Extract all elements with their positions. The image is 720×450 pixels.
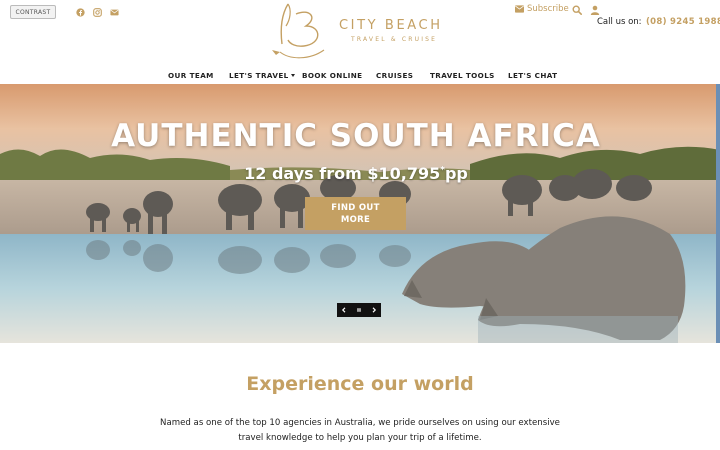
nav-item-label: LET'S TRAVEL bbox=[229, 71, 289, 80]
nav-item-lets-chat[interactable]: LET'S CHAT bbox=[508, 71, 557, 80]
hero-price-suffix: pp bbox=[444, 164, 468, 183]
nav-item-book-online[interactable]: BOOK ONLINE bbox=[302, 71, 362, 80]
facebook-icon[interactable] bbox=[74, 6, 86, 18]
nav-item-cruises[interactable]: CRUISES bbox=[376, 71, 413, 80]
envelope-icon bbox=[515, 5, 524, 13]
hero-title: AUTHENTIC SOUTH AFRICA bbox=[111, 118, 601, 154]
contrast-toggle-button[interactable]: CONTRAST bbox=[10, 5, 56, 19]
prev-icon[interactable] bbox=[337, 303, 352, 317]
call-us-label: Call us on: bbox=[597, 17, 642, 27]
site-header: CONTRAST CITY BEACH TRAVEL & CRUISE Subs… bbox=[0, 0, 720, 84]
user-icon[interactable] bbox=[590, 5, 600, 15]
main-nav: OUR TEAM LET'S TRAVEL BOOK ONLINE CRUISE… bbox=[0, 68, 720, 84]
section-heading: Experience our world bbox=[246, 373, 474, 395]
nav-item-travel-tools[interactable]: TRAVEL TOOLS bbox=[430, 71, 495, 80]
nav-item-label: LET'S CHAT bbox=[508, 71, 558, 80]
nav-item-our-team[interactable]: OUR TEAM bbox=[168, 71, 214, 80]
scrollbar[interactable] bbox=[716, 84, 720, 343]
envelope-icon[interactable] bbox=[108, 6, 120, 18]
instagram-icon[interactable] bbox=[91, 6, 103, 18]
pause-icon[interactable] bbox=[352, 303, 367, 317]
hero-slider: AUTHENTIC SOUTH AFRICA 12 days from $10,… bbox=[0, 84, 720, 343]
search-icon[interactable] bbox=[572, 5, 582, 15]
hero-price: 12 days from $10,795 bbox=[244, 164, 441, 183]
phone-link[interactable]: (08) 9245 1988 bbox=[646, 17, 720, 27]
slider-controls bbox=[337, 303, 381, 317]
nav-item-label: BOOK ONLINE bbox=[302, 71, 363, 80]
intro-paragraph: Named as one of the top 10 agencies in A… bbox=[160, 418, 560, 443]
nav-item-lets-travel[interactable]: LET'S TRAVEL bbox=[229, 71, 295, 80]
brand-logo-mark[interactable] bbox=[266, 0, 332, 64]
find-out-more-button[interactable]: FIND OUT MORE bbox=[305, 197, 406, 230]
nav-item-label: OUR TEAM bbox=[168, 71, 214, 80]
subscribe-label: Subscribe bbox=[527, 4, 569, 14]
hero-subtitle: 12 days from $10,795*pp bbox=[0, 164, 712, 183]
brand-name[interactable]: CITY BEACH bbox=[339, 18, 443, 33]
subscribe-link[interactable]: Subscribe bbox=[515, 4, 569, 14]
nav-item-label: CRUISES bbox=[376, 71, 414, 80]
chevron-down-icon bbox=[290, 74, 295, 77]
brand-tagline: TRAVEL & CRUISE bbox=[351, 36, 438, 43]
nav-item-label: TRAVEL TOOLS bbox=[430, 71, 495, 80]
next-icon[interactable] bbox=[366, 303, 381, 317]
